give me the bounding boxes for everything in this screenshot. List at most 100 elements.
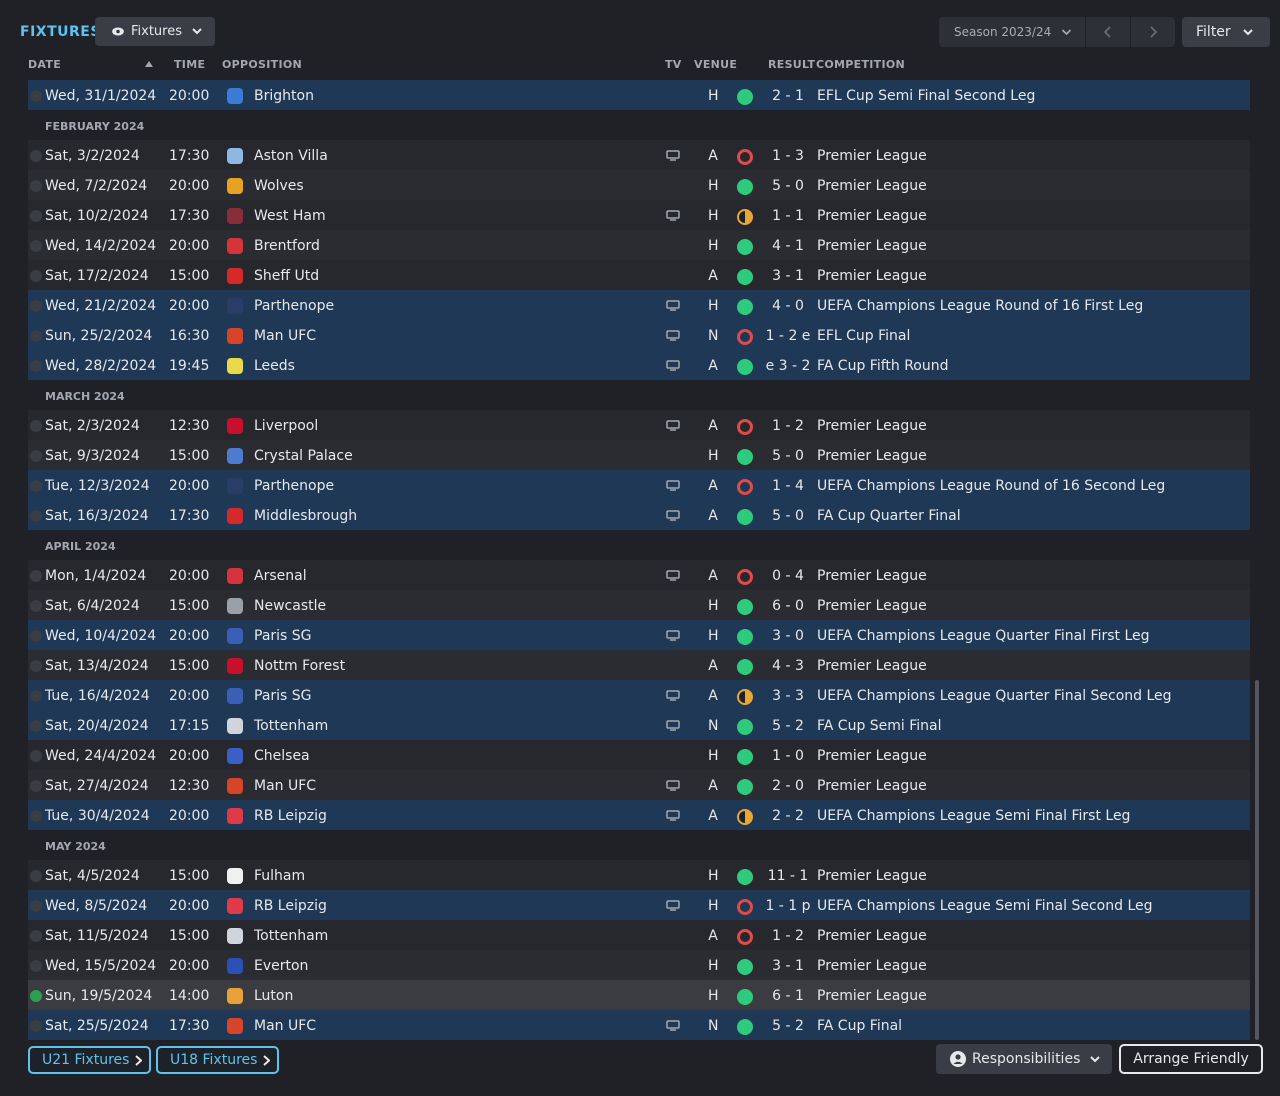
fixture-row[interactable]: Sat, 17/2/2024 15:00 Sheff Utd A 3 - 1 Premie…: [28, 260, 1250, 290]
opposition-name[interactable]: Middlesbrough: [254, 500, 357, 532]
opposition-name[interactable]: Brighton: [254, 80, 314, 112]
column-opposition[interactable]: OPPOSITION: [222, 58, 302, 71]
opposition-name[interactable]: Man UFC: [254, 320, 316, 352]
opposition-name[interactable]: Crystal Palace: [254, 440, 353, 472]
result-score: 1 - 2: [772, 418, 804, 434]
fixture-row[interactable]: Sat, 13/4/2024 15:00 Nottm Forest A 4 - 3 Pre…: [28, 650, 1250, 680]
view-dropdown[interactable]: Fixtures: [95, 17, 215, 46]
check-icon: [30, 1020, 42, 1032]
column-venue[interactable]: VENUE: [694, 58, 737, 71]
opposition-name[interactable]: Newcastle: [254, 590, 326, 622]
fixture-row[interactable]: Tue, 12/3/2024 20:00 Parthenope A 1 - 4 UEFA …: [28, 470, 1250, 500]
draw-icon: [737, 689, 753, 705]
arrange-friendly-button[interactable]: Arrange Friendly: [1119, 1044, 1263, 1074]
opposition-name[interactable]: Chelsea: [254, 740, 310, 772]
fixture-row[interactable]: Wed, 7/2/2024 20:00 Wolves H 5 - 0 Premier Le…: [28, 170, 1250, 200]
u18-fixtures-button[interactable]: U18 Fixtures: [156, 1046, 279, 1074]
month-header: MAY 2024: [28, 830, 1250, 860]
fixture-row[interactable]: Sat, 6/4/2024 15:00 Newcastle H 6 - 0 Premier…: [28, 590, 1250, 620]
fixture-row[interactable]: Sat, 20/4/2024 17:15 Tottenham N 5 - 2 FA Cup…: [28, 710, 1250, 740]
u21-fixtures-button[interactable]: U21 Fixtures: [28, 1046, 151, 1074]
fixture-row[interactable]: Sat, 25/5/2024 17:30 Man UFC N 5 - 2 FA Cup F…: [28, 1010, 1250, 1040]
competition-name: UEFA Champions League Round of 16 Second…: [817, 478, 1166, 494]
fixture-row[interactable]: Wed, 10/4/2024 20:00 Paris SG H 3 - 0 UEFA Ch…: [28, 620, 1250, 650]
opposition-name[interactable]: Fulham: [254, 860, 305, 892]
opposition-name[interactable]: Brentford: [254, 230, 320, 262]
fixture-row[interactable]: Wed, 31/1/2024 20:00 Brighton H 2 - 1 EFL Cup…: [28, 80, 1250, 110]
check-icon: [30, 570, 42, 582]
opposition-name[interactable]: Man UFC: [254, 770, 316, 802]
fixture-row[interactable]: Sat, 2/3/2024 12:30 Liverpool A 1 - 2 Premier…: [28, 410, 1250, 440]
fixture-row[interactable]: Sun, 25/2/2024 16:30 Man UFC N 1 - 2 e EFL Cu…: [28, 320, 1250, 350]
fixture-date: Wed, 28/2/2024: [45, 358, 157, 374]
filter-button[interactable]: Filter: [1182, 17, 1270, 47]
chevron-down-icon: [192, 28, 202, 35]
fixture-row[interactable]: Wed, 15/5/2024 20:00 Everton H 3 - 1 Premier …: [28, 950, 1250, 980]
opposition-name[interactable]: Leeds: [254, 350, 295, 382]
competition-name: UEFA Champions League Semi Final Second …: [817, 898, 1153, 914]
fixture-row[interactable]: Sat, 10/2/2024 17:30 West Ham H 1 - 1 Premier…: [28, 200, 1250, 230]
column-competition[interactable]: COMPETITION: [816, 58, 905, 71]
fixture-row[interactable]: Sat, 27/4/2024 12:30 Man UFC A 2 - 0 Premier …: [28, 770, 1250, 800]
fixture-row[interactable]: Sun, 19/5/2024 14:00 Luton H 6 - 1 Premier Le…: [28, 980, 1250, 1010]
fixture-row[interactable]: Wed, 8/5/2024 20:00 RB Leipzig H 1 - 1 p UEFA…: [28, 890, 1250, 920]
opposition-name[interactable]: RB Leipzig: [254, 800, 327, 832]
opposition-name[interactable]: Aston Villa: [254, 140, 328, 172]
result-score: 4 - 0: [772, 298, 804, 314]
fixture-row[interactable]: Mon, 1/4/2024 20:00 Arsenal A 0 - 4 Premier L…: [28, 560, 1250, 590]
fixture-row[interactable]: Tue, 30/4/2024 20:00 RB Leipzig A 2 - 2 UEFA …: [28, 800, 1250, 830]
opposition-name[interactable]: RB Leipzig: [254, 890, 327, 922]
club-badge-icon: [227, 88, 243, 104]
fixture-date: Tue, 30/4/2024: [45, 808, 150, 824]
opposition-name[interactable]: Tottenham: [254, 920, 328, 952]
opposition-name[interactable]: West Ham: [254, 200, 326, 232]
fixture-date: Wed, 31/1/2024: [45, 88, 157, 104]
opposition-name[interactable]: Parthenope: [254, 290, 334, 322]
venue: A: [708, 658, 718, 674]
result-score: 1 - 2 e: [765, 328, 811, 344]
result-score: 1 - 1: [772, 208, 804, 224]
column-time[interactable]: TIME: [174, 58, 205, 71]
fixture-row[interactable]: Sat, 3/2/2024 17:30 Aston Villa A 1 - 3 Premi…: [28, 140, 1250, 170]
opposition-name[interactable]: Everton: [254, 950, 308, 982]
opposition-name[interactable]: Liverpool: [254, 410, 318, 442]
fixture-date: Sat, 4/5/2024: [45, 868, 140, 884]
win-icon: [737, 629, 753, 645]
opposition-name[interactable]: Nottm Forest: [254, 650, 345, 682]
fixture-row[interactable]: Sat, 9/3/2024 15:00 Crystal Palace H 5 - 0 Pr…: [28, 440, 1250, 470]
fixture-row[interactable]: Sat, 4/5/2024 15:00 Fulham H 11 - 1 Premier L…: [28, 860, 1250, 890]
responsibilities-button[interactable]: Responsibilities: [936, 1044, 1112, 1074]
opposition-name[interactable]: Parthenope: [254, 470, 334, 502]
fixture-row[interactable]: Wed, 28/2/2024 19:45 Leeds Ae 3 - 2 FA Cup F…: [28, 350, 1250, 380]
fixture-row[interactable]: Wed, 24/4/2024 20:00 Chelsea H 1 - 0 Premier …: [28, 740, 1250, 770]
club-badge-icon: [227, 748, 243, 764]
opposition-name[interactable]: Man UFC: [254, 1010, 316, 1042]
opposition-name[interactable]: Tottenham: [254, 710, 328, 742]
fixture-row[interactable]: Sat, 11/5/2024 15:00 Tottenham A 1 - 2 Premie…: [28, 920, 1250, 950]
opposition-name[interactable]: Sheff Utd: [254, 260, 319, 292]
column-result[interactable]: RESULT: [768, 58, 815, 71]
venue: H: [708, 898, 719, 914]
opposition-name[interactable]: Luton: [254, 980, 293, 1012]
club-badge-icon: [227, 598, 243, 614]
loss-icon: [737, 569, 753, 585]
column-tv[interactable]: TV: [665, 58, 682, 71]
fixture-row[interactable]: Wed, 14/2/2024 20:00 Brentford H 4 - 1 Premie…: [28, 230, 1250, 260]
previous-season-button[interactable]: [1086, 17, 1130, 47]
opposition-name[interactable]: Arsenal: [254, 560, 307, 592]
fixture-row[interactable]: Sat, 16/3/2024 17:30 Middlesbrough A 5 - 0 FA…: [28, 500, 1250, 530]
column-date[interactable]: DATE: [28, 58, 61, 71]
fixture-row[interactable]: Wed, 21/2/2024 20:00 Parthenope H 4 - 0 UEFA …: [28, 290, 1250, 320]
club-badge-icon: [227, 508, 243, 524]
scrollbar[interactable]: [1255, 680, 1259, 1040]
next-season-button[interactable]: [1131, 17, 1175, 47]
opposition-name[interactable]: Paris SG: [254, 620, 312, 652]
fixture-row[interactable]: Tue, 16/4/2024 20:00 Paris SG A 3 - 3 UEFA Ch…: [28, 680, 1250, 710]
season-dropdown[interactable]: Season 2023/24: [939, 17, 1085, 47]
win-icon: [737, 89, 753, 105]
venue: N: [708, 718, 719, 734]
opposition-name[interactable]: Wolves: [254, 170, 304, 202]
opposition-name[interactable]: Paris SG: [254, 680, 312, 712]
competition-name: FA Cup Fifth Round: [817, 358, 949, 374]
fixture-date: Wed, 10/4/2024: [45, 628, 157, 644]
